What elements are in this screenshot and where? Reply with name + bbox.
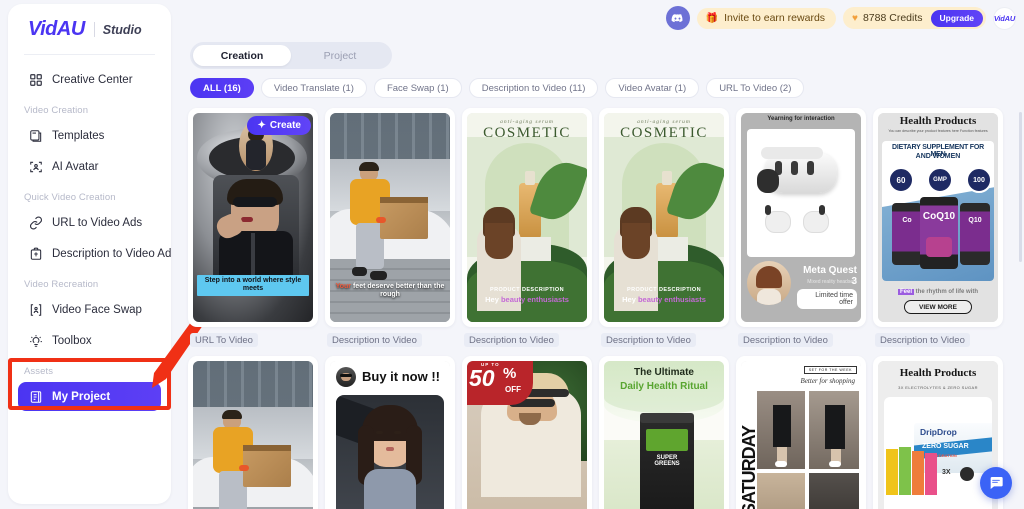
creation-card[interactable]: anti-aging serum COSMETIC PRODUCT DESCRI… xyxy=(462,108,592,327)
brand[interactable]: VidAU Studio xyxy=(8,4,171,54)
sidebar-item-label: Video Face Swap xyxy=(52,303,142,316)
creation-card-cell: UP TO 50 % OFF xyxy=(462,356,592,509)
creation-card-cell: Step into a world where style meets ✦ Crea… xyxy=(188,108,318,356)
creation-thumbnail: Yearning for interaction Meta Quest 3 Mi… xyxy=(741,113,861,322)
sparkle-icon: ✦ xyxy=(257,120,266,131)
creation-thumbnail: anti-aging serum COSMETIC PRODUCT DESCRI… xyxy=(604,113,724,322)
creation-card[interactable]: Step into a world where style meets ✦ Crea… xyxy=(188,108,318,327)
creation-card-cell xyxy=(188,356,318,509)
avatar-frame-icon xyxy=(28,159,43,174)
filter-chip-all-16[interactable]: ALL (16) xyxy=(190,78,254,98)
card-caption-2: Hey beauty enthusiasts xyxy=(485,294,569,304)
creation-card[interactable]: Yearning for interaction Meta Quest 3 Mi… xyxy=(736,108,866,327)
creation-card-type-label: Description to Video xyxy=(464,333,559,347)
creation-thumbnail: anti-aging serum COSMETIC PRODUCT DESCRI… xyxy=(467,113,587,322)
card-caption: PRODUCT DESCRIPTION xyxy=(490,287,564,294)
grid-icon xyxy=(28,72,43,87)
creation-card-type-label: URL To Video xyxy=(190,333,258,347)
sidebar-item-label: URL to Video Ads xyxy=(52,216,143,229)
creation-card[interactable] xyxy=(188,356,318,509)
creation-card[interactable]: anti-aging serum COSMETIC PRODUCT DESCRI… xyxy=(599,108,729,327)
creation-card-type-label: Description to Video xyxy=(875,333,970,347)
sidebar-item-description-to-video-ads[interactable]: Description to Video Ads xyxy=(18,239,171,268)
creation-card[interactable]: Your feet deserve better than the rough xyxy=(325,108,455,327)
card-caption-2: Hey beauty enthusiasts xyxy=(622,294,706,304)
brand-subtitle: Studio xyxy=(102,22,142,37)
creation-thumbnail: SET FOR THE WEEK Better for shopping SAT… xyxy=(741,361,861,509)
sidebar-item-creative-center[interactable]: Creative Center xyxy=(18,65,161,94)
card-caption: Your feet deserve better than the rough xyxy=(335,282,445,299)
card-caption: Feel the rhythm of life with xyxy=(897,288,978,295)
creation-card-cell: Buy it now !! xyxy=(325,356,455,509)
chat-bubble-icon[interactable] xyxy=(980,467,1012,499)
creation-card-cell: Health Products You can describe your pr… xyxy=(873,108,1003,356)
creation-card-cell: SET FOR THE WEEK Better for shopping SAT… xyxy=(736,356,866,509)
project-icon xyxy=(28,389,43,404)
creation-card-cell: The Ultimate Daily Health Ritual SUPER G… xyxy=(599,356,729,509)
creation-card[interactable]: The Ultimate Daily Health Ritual SUPER G… xyxy=(599,356,729,509)
view-tabs: Creation Project xyxy=(190,42,392,69)
templates-icon xyxy=(28,128,43,143)
creation-thumbnail: Buy it now !! xyxy=(330,361,450,509)
card-caption: Step into a world where style meets xyxy=(197,274,309,296)
filter-chip-video-translate-1[interactable]: Video Translate (1) xyxy=(260,78,367,98)
creation-card[interactable]: UP TO 50 % OFF xyxy=(462,356,592,509)
create-button[interactable]: ✦ Create xyxy=(247,116,311,135)
tab-creation[interactable]: Creation xyxy=(193,45,291,66)
brand-divider xyxy=(93,22,95,37)
creation-card-type-label: Description to Video xyxy=(738,333,833,347)
sidebar-group-quick-video-creation: Quick Video Creation xyxy=(24,192,116,203)
creation-thumbnail: Your feet deserve better than the rough xyxy=(330,113,450,322)
creation-card[interactable]: Buy it now !! xyxy=(325,356,455,509)
creation-card-type-label: Description to Video xyxy=(601,333,696,347)
sidebar-item-label: My Project xyxy=(52,390,111,403)
creation-card-cell: anti-aging serum COSMETIC PRODUCT DESCRI… xyxy=(599,108,729,356)
creation-card-cell: Your feet deserve better than the rough D… xyxy=(325,108,455,356)
creation-thumbnail: Health Products You can describe your pr… xyxy=(878,113,998,322)
clipboard-icon xyxy=(28,246,43,261)
create-button-label: Create xyxy=(269,120,301,131)
creation-thumbnail: Step into a world where style meets xyxy=(193,113,313,322)
sidebar-item-templates[interactable]: Templates xyxy=(18,121,161,150)
sidebar: VidAU Studio Creative Center Video Creati… xyxy=(8,4,171,504)
sidebar-group-video-recreation: Video Recreation xyxy=(24,279,99,290)
sidebar-item-video-face-swap[interactable]: Video Face Swap xyxy=(18,295,161,324)
sidebar-item-my-project[interactable]: My Project xyxy=(18,382,161,411)
creation-card-cell: anti-aging serum COSMETIC PRODUCT DESCRI… xyxy=(462,108,592,356)
sidebar-group-assets: Assets xyxy=(24,366,54,377)
sidebar-item-url-to-video-ads[interactable]: URL to Video Ads xyxy=(18,208,161,237)
sidebar-nav: Creative Center Video Creation Templates AI… xyxy=(8,55,171,411)
sidebar-item-label: AI Avatar xyxy=(52,160,99,173)
creations-grid: Step into a world where style meets ✦ Crea… xyxy=(188,108,1015,509)
bulb-icon xyxy=(28,333,43,348)
filter-chip-face-swap-1[interactable]: Face Swap (1) xyxy=(373,78,462,98)
creation-thumbnail xyxy=(193,361,313,509)
creation-card-cell: Yearning for interaction Meta Quest 3 Mi… xyxy=(736,108,866,356)
creation-card-type-label: Description to Video xyxy=(327,333,422,347)
sidebar-item-label: Description to Video Ads xyxy=(52,247,171,260)
sidebar-item-label: Templates xyxy=(52,129,105,142)
tab-project[interactable]: Project xyxy=(291,45,389,66)
filter-chip-description-to-video-11[interactable]: Description to Video (11) xyxy=(468,78,599,98)
creation-card[interactable]: SET FOR THE WEEK Better for shopping SAT… xyxy=(736,356,866,509)
sidebar-group-video-creation: Video Creation xyxy=(24,105,89,116)
face-swap-icon xyxy=(28,302,43,317)
link-icon xyxy=(28,215,43,230)
sidebar-item-label: Creative Center xyxy=(52,73,133,86)
sidebar-item-ai-avatar[interactable]: AI Avatar xyxy=(18,152,161,181)
card-caption: PRODUCT DESCRIPTION xyxy=(627,287,701,294)
filter-chip-video-avatar-1[interactable]: Video Avatar (1) xyxy=(605,78,700,98)
scrollbar[interactable] xyxy=(1019,112,1022,262)
filter-chips: ALL (16) Video Translate (1) Face Swap (1)… xyxy=(190,78,805,98)
filter-chip-url-to-video-2[interactable]: URL To Video (2) xyxy=(706,78,805,98)
creation-card[interactable]: Health Products You can describe your pr… xyxy=(873,108,1003,327)
creation-thumbnail: UP TO 50 % OFF xyxy=(467,361,587,509)
brand-logo: VidAU xyxy=(28,18,85,40)
sidebar-item-label: Toolbox xyxy=(52,334,92,347)
creation-thumbnail: The Ultimate Daily Health Ritual SUPER G… xyxy=(604,361,724,509)
sidebar-item-toolbox[interactable]: Toolbox xyxy=(18,326,161,355)
app-root: VidAU Studio Creative Center Video Creati… xyxy=(0,0,1024,509)
main-content: Creation Project ALL (16) Video Translate … xyxy=(179,0,1024,509)
